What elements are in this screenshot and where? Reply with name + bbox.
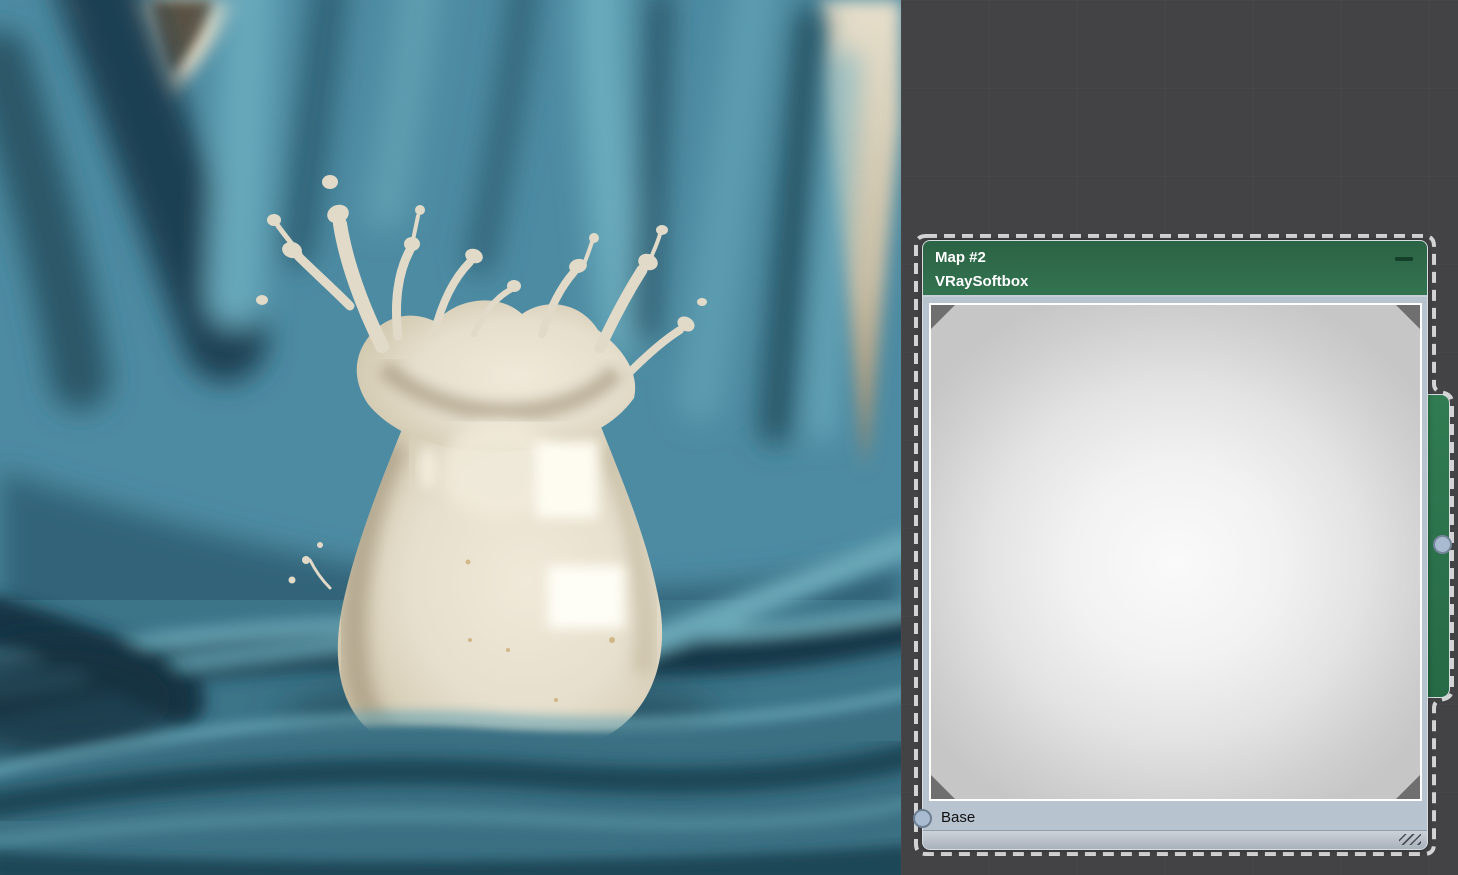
node-footer [923,830,1427,849]
input-slot-row[interactable]: Base [923,805,1427,833]
node-title: Map #2 [935,246,1415,270]
node-editor-canvas[interactable]: Map #2 VRaySoftbox Base [901,0,1458,875]
material-node[interactable]: Map #2 VRaySoftbox Base [922,240,1428,850]
preview-corner-icon [1396,305,1420,329]
node-subtitle: VRaySoftbox [935,270,1415,294]
slate-material-editor-window: Map #2 VRaySoftbox Base [0,0,1458,875]
render-preview-image [0,0,901,875]
input-socket-icon[interactable] [913,809,932,828]
node-header[interactable]: Map #2 VRaySoftbox [923,241,1427,297]
preview-corner-icon [931,775,955,799]
resize-grip-icon[interactable] [1399,834,1421,845]
minimize-icon[interactable] [1395,257,1413,261]
output-socket-icon[interactable] [1433,535,1452,554]
softbox-preview-thumbnail[interactable] [929,303,1422,801]
preview-corner-icon [931,305,955,329]
input-slot-label: Base [941,809,975,826]
preview-corner-icon [1396,775,1420,799]
vase-render-art [0,0,901,875]
